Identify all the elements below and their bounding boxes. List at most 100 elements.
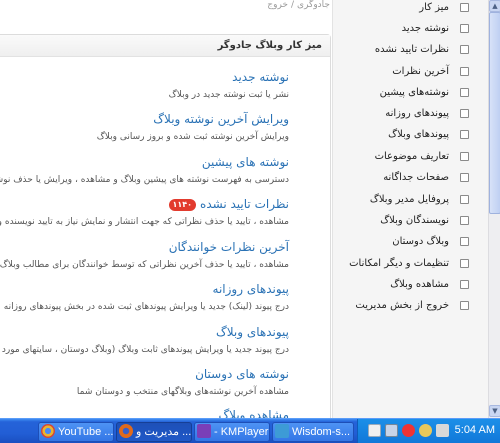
dashboard-box-title: میز کار وبلاگ جادوگر [0,35,330,57]
sidebar-item-authors[interactable]: نویسندگان وبلاگ [333,213,485,229]
sidebar-item-label: پروفایل مدیر وبلاگ [369,194,449,205]
entry-blog-links: پیوندهای وبلاگ درج پیوند جدید یا ویرایش … [0,321,289,356]
entry-daily-links: پیوندهای روزانه درج پیوند (لینک) جدید یا… [0,278,289,313]
sidebar-item-label: تنظیمات و دیگر امکانات [349,258,449,269]
entry-unapproved-comments: نظرات تایید نشده۱۱۴۰ مشاهده ، تایید یا ح… [0,193,289,228]
taskbar: YouTube ... مدیریت و ... - KMPlayer Wisd… [0,418,500,443]
sidebar-item-label: تعاریف موضوعات [374,151,449,162]
taskbar-button-firefox[interactable]: مدیریت و ... [116,422,192,442]
checkbox-icon[interactable] [460,195,469,204]
sidebar-item-label: پیوندهای روزانه [385,108,449,119]
blog-links-link[interactable]: پیوندهای وبلاگ [216,325,289,340]
network-icon[interactable] [385,424,398,437]
sidebar-item-pages[interactable]: صفحات جداگانه [333,170,485,186]
sidebar-item-label: مشاهده وبلاگ [390,279,449,290]
view-blog-link[interactable]: مشاهده وبلاگ [218,408,289,418]
sidebar-item-label: خروج از بخش مدیریت [355,300,449,311]
friends-posts-link[interactable]: نوشته های دوستان [195,367,289,382]
firefox-icon [119,424,133,438]
sidebar-item-categories[interactable]: تعاریف موضوعات [333,149,485,165]
checkbox-icon[interactable] [460,109,469,118]
sidebar-item-latest-comments[interactable]: آخرین نظرات [333,64,485,80]
sidebar-item-new-post[interactable]: نوشته جدید [333,21,485,37]
vertical-scrollbar[interactable]: ▲ ▼ [488,0,500,418]
checkbox-icon[interactable] [460,24,469,33]
taskbar-button-youtube[interactable]: YouTube ... [38,422,114,442]
daily-links-link[interactable]: پیوندهای روزانه [213,282,289,297]
unapproved-comments-desc: مشاهده ، تایید یا حذف نظراتی که جهت انتش… [0,217,289,227]
checkbox-icon[interactable] [460,280,469,289]
sidebar-item-logout[interactable]: خروج از بخش مدیریت [333,298,485,314]
checkbox-icon[interactable] [460,173,469,182]
edit-last-post-desc: ویرایش آخرین نوشته ثبت شده و بروز رسانی … [96,132,289,142]
checkbox-icon[interactable] [460,130,469,139]
breadcrumb: جادوگری/خروج [267,0,330,14]
taskbar-button-wisdom[interactable]: Wisdom-s... [272,422,354,442]
unapproved-comments-link[interactable]: نظرات تایید نشده [200,197,289,212]
checkbox-icon[interactable] [460,216,469,225]
entry-edit-last-post: ویرایش آخرین نوشته وبلاگ ویرایش آخرین نو… [0,108,289,143]
sidebar-item-label: پیوندهای وبلاگ [388,129,449,140]
notes-icon[interactable] [368,424,381,437]
system-tray: 5:04 AM [357,419,500,443]
taskbar-button-kmplayer[interactable]: - KMPlayer [194,422,270,442]
entry-new-post: نوشته جدید نشر یا ثبت نوشته جدید در وبلا… [0,66,289,101]
breadcrumb-logout-link[interactable]: خروج [267,0,288,10]
entry-previous-posts: نوشته های پیشین دسترسی به فهرست نوشته ها… [0,151,289,186]
scroll-up-arrow-icon[interactable]: ▲ [489,0,500,12]
kmplayer-icon [197,424,211,438]
taskbar-button-label: Wisdom-s... [292,426,351,438]
sidebar-item-admin-profile[interactable]: پروفایل مدیر وبلاگ [333,192,485,208]
taskbar-button-label: مدیریت و ... [136,426,192,438]
sidebar-item-unapproved-comments[interactable]: نظرات تایید نشده [333,42,485,58]
sidebar-item-blog-links[interactable]: پیوندهای وبلاگ [333,127,485,143]
sidebar-item-dashboard[interactable]: میز کار [333,0,485,16]
blog-links-desc: درج پیوند جدید یا ویرایش پیوندهای ثابت و… [0,345,289,355]
checkbox-icon[interactable] [460,3,469,12]
sidebar-item-label: آخرین نظرات [392,66,449,77]
new-post-link[interactable]: نوشته جدید [232,70,289,85]
checkbox-icon[interactable] [460,67,469,76]
chrome-icon [41,424,55,438]
sidebar-item-label: صفحات جداگانه [383,172,449,183]
volume-icon[interactable] [436,424,449,437]
unapproved-count-badge: ۱۱۴۰ [168,199,197,211]
new-post-desc: نشر یا ثبت نوشته جدید در وبلاگ [168,90,289,100]
breadcrumb-separator: / [290,0,295,10]
latest-comments-link[interactable]: آخرین نظرات خوانندگان [169,240,289,255]
sidebar-item-label: وبلاگ دوستان [392,236,449,247]
scroll-down-arrow-icon[interactable]: ▼ [489,405,500,417]
checkbox-icon[interactable] [460,259,469,268]
friends-posts-desc: مشاهده آخرین نوشته‌های وبلاگهای منتخب و … [76,387,289,397]
checkbox-icon[interactable] [460,152,469,161]
antivirus-icon[interactable] [402,424,415,437]
sidebar-item-label: نوشته جدید [401,23,449,34]
entry-latest-comments: آخرین نظرات خوانندگان مشاهده ، تایید یا … [0,236,289,271]
breadcrumb-blog-link[interactable]: جادوگری [297,0,330,10]
sidebar-item-daily-links[interactable]: پیوندهای روزانه [333,106,485,122]
checkbox-icon[interactable] [460,301,469,310]
scrollbar-thumb[interactable] [489,12,500,214]
main-content: جادوگری/خروج میز کار وبلاگ جادوگر نوشته … [0,0,332,418]
sidebar-item-previous-posts[interactable]: نوشته‌های پیشین [333,85,485,101]
messenger-icon[interactable] [419,424,432,437]
taskbar-button-label: - KMPlayer [214,426,269,438]
sidebar-item-label: نویسندگان وبلاگ [380,215,449,226]
entry-friends-posts: نوشته های دوستان مشاهده آخرین نوشته‌های … [0,363,289,398]
checkbox-icon[interactable] [460,45,469,54]
daily-links-desc: درج پیوند (لینک) جدید یا ویرایش پیوندهای… [3,302,289,312]
latest-comments-desc: مشاهده ، تایید یا حذف آخرین نظراتی که تو… [0,260,289,270]
sidebar-item-label: میز کار [419,2,449,13]
checkbox-icon[interactable] [460,237,469,246]
previous-posts-link[interactable]: نوشته های پیشین [202,155,289,170]
edit-last-post-link[interactable]: ویرایش آخرین نوشته وبلاگ [153,112,289,127]
previous-posts-desc: دسترسی به فهرست نوشته های پیشین وبلاگ و … [0,175,289,185]
checkbox-icon[interactable] [460,88,469,97]
sidebar-item-view-blog[interactable]: مشاهده وبلاگ [333,277,485,293]
clock[interactable]: 5:04 AM [455,424,495,436]
sidebar-item-friends-blogs[interactable]: وبلاگ دوستان [333,234,485,250]
sidebar-item-label: نظرات تایید نشده [374,44,449,55]
sidebar: میز کار نوشته جدید نظرات تایید نشده آخری… [332,0,488,418]
sidebar-item-label: نوشته‌های پیشین [379,87,449,98]
sidebar-item-settings[interactable]: تنظیمات و دیگر امکانات [333,256,485,272]
